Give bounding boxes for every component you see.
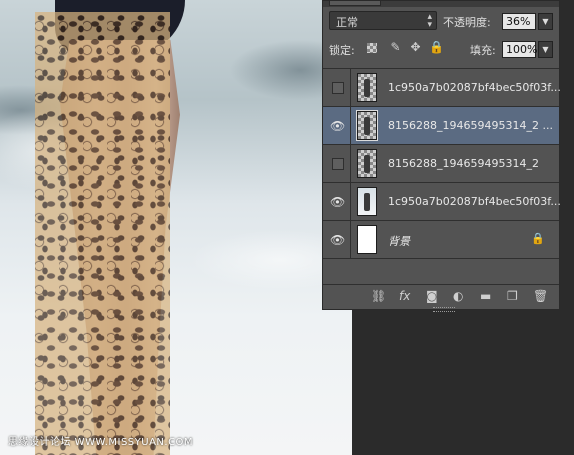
trash-icon[interactable]: 🗑 xyxy=(533,289,548,303)
lock-icon: 🔒 xyxy=(531,232,545,245)
layer-name: 1c950a7b02087bf4bec50f03f... xyxy=(388,195,561,208)
fill-label: 填充: xyxy=(470,44,496,57)
layer-row[interactable]: 👁 8156288_194659495314_2 ... xyxy=(323,107,559,145)
lock-transparent-pixels-icon[interactable] xyxy=(367,43,377,53)
figure-thumb xyxy=(364,79,370,97)
visibility-toggle[interactable] xyxy=(323,145,351,182)
spinner-arrows-icon: ▴ ▾ xyxy=(427,12,432,30)
document-canvas[interactable]: 思缘设计论坛 WWW.MISSYUAN.COM xyxy=(0,0,352,455)
fx-icon[interactable]: fx xyxy=(399,289,410,303)
lock-position-icon[interactable]: ✥ xyxy=(409,41,422,54)
panel-header-strip xyxy=(323,1,559,7)
lock-image-pixels-icon[interactable]: ✎ xyxy=(389,41,402,54)
blend-mode-value: 正常 xyxy=(336,16,358,29)
layer-row-background[interactable]: 👁 背景 🔒 xyxy=(323,221,559,259)
lock-all-icon[interactable]: 🔒 xyxy=(429,41,444,54)
leopard-pattern-layer xyxy=(35,12,170,455)
visibility-off-box xyxy=(332,82,344,94)
layer-name: 8156288_194659495314_2 xyxy=(388,157,539,170)
blend-mode-select[interactable]: 正常 ▴ ▾ xyxy=(329,11,437,30)
layers-panel: 正常 ▴ ▾ 不透明度: 36% ▼ 锁定: ✎ ✥ 🔒 填充: 100% ▼ 1… xyxy=(322,0,561,312)
fill-dropdown-icon[interactable]: ▼ xyxy=(538,41,553,58)
layer-thumbnail xyxy=(356,110,378,141)
layer-row[interactable]: 1c950a7b02087bf4bec50f03f... xyxy=(323,69,561,107)
figure-thumb xyxy=(364,117,370,135)
layer-row[interactable]: 8156288_194659495314_2 xyxy=(323,145,559,183)
figure-thumb xyxy=(364,193,370,211)
layer-thumbnail xyxy=(357,73,377,102)
visibility-toggle[interactable]: 👁 xyxy=(323,183,351,220)
link-icon[interactable]: ⛓ xyxy=(371,289,386,303)
layer-thumbnail xyxy=(357,149,377,178)
panel-tab-stub[interactable] xyxy=(329,1,381,6)
eye-icon: 👁 xyxy=(330,119,346,133)
fill-input[interactable]: 100% xyxy=(502,41,537,58)
visibility-off-box xyxy=(332,158,344,170)
opacity-label: 不透明度: xyxy=(443,16,491,29)
lock-fill-row: 锁定: ✎ ✥ 🔒 填充: 100% ▼ xyxy=(323,38,559,60)
panel-resize-grip[interactable] xyxy=(433,307,455,312)
eye-icon: 👁 xyxy=(330,195,346,209)
lock-label: 锁定: xyxy=(329,44,355,57)
visibility-toggle[interactable]: 👁 xyxy=(323,107,351,144)
layer-name: 背景 xyxy=(388,235,410,248)
layer-row[interactable]: 👁 1c950a7b02087bf4bec50f03f... xyxy=(323,183,561,221)
opacity-input[interactable]: 36% xyxy=(502,13,536,30)
new-layer-icon[interactable]: ❐ xyxy=(507,289,518,303)
layer-thumbnail xyxy=(357,187,377,216)
mask-icon[interactable]: ◙ xyxy=(426,289,438,303)
folder-icon[interactable]: ▬ xyxy=(480,289,491,303)
eye-icon: 👁 xyxy=(330,233,346,247)
layers-panel-footer: ⛓ fx ◙ ◐ ▬ ❐ 🗑 xyxy=(323,284,559,309)
opacity-dropdown-icon[interactable]: ▼ xyxy=(538,13,553,30)
blend-opacity-row: 正常 ▴ ▾ 不透明度: 36% ▼ xyxy=(323,10,559,32)
adjustment-icon[interactable]: ◐ xyxy=(453,289,463,303)
figure-thumb xyxy=(364,155,370,173)
layer-name: 8156288_194659495314_2 ... xyxy=(388,119,553,132)
visibility-toggle[interactable]: 👁 xyxy=(323,221,351,258)
layer-name: 1c950a7b02087bf4bec50f03f... xyxy=(388,81,561,94)
layer-list: 1c950a7b02087bf4bec50f03f... 👁 8156288_1… xyxy=(323,68,561,259)
watermark: 思缘设计论坛 WWW.MISSYUAN.COM xyxy=(8,437,194,448)
layer-thumbnail xyxy=(357,225,377,254)
visibility-toggle[interactable] xyxy=(323,69,351,106)
